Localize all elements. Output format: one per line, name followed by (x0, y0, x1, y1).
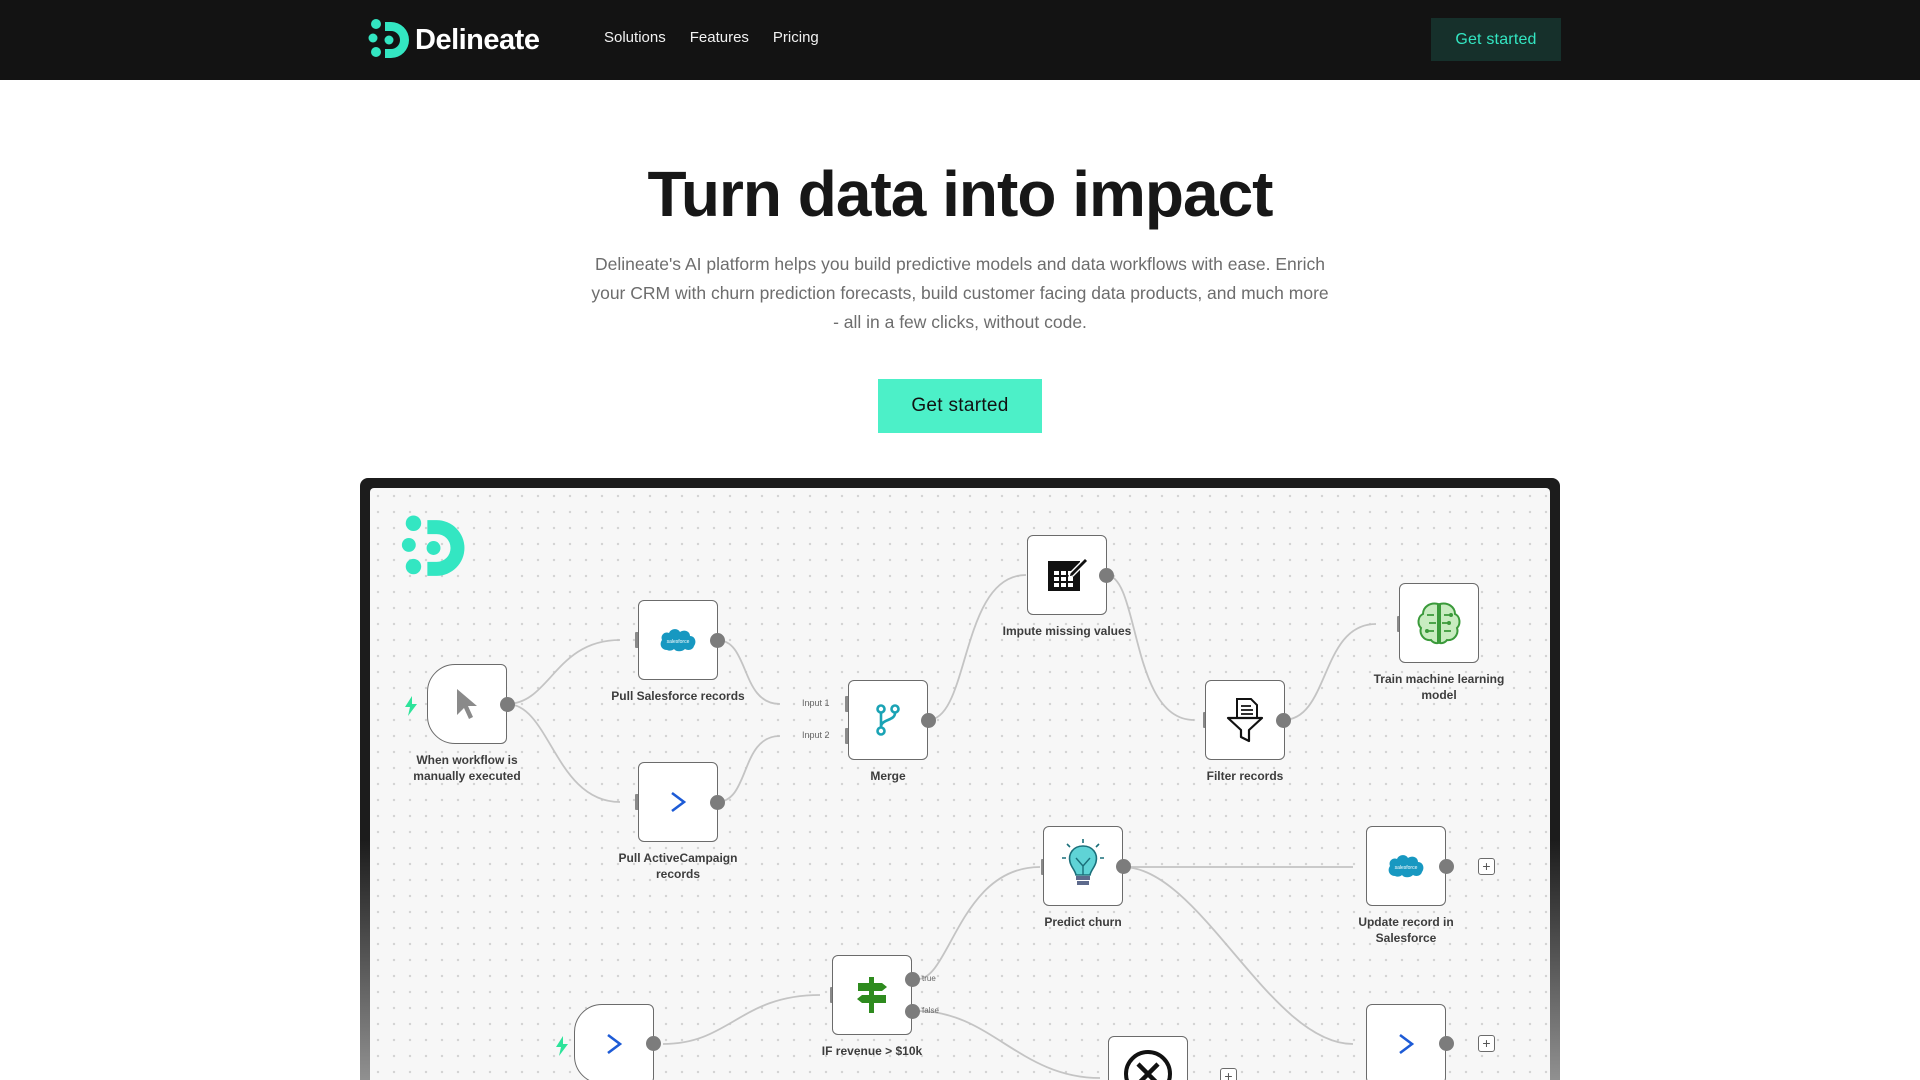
node-label: Impute missing values (982, 623, 1152, 639)
output-port[interactable] (1276, 713, 1291, 728)
output-port[interactable] (1099, 568, 1114, 583)
output-port-true[interactable] (905, 972, 920, 987)
output-port[interactable] (921, 713, 936, 728)
node-label-line: Merge (870, 769, 906, 783)
merge-input-1-label: Input 1 (802, 698, 830, 708)
node-label: Filter records (1160, 768, 1330, 784)
node-activecampaign-action[interactable] (1366, 1004, 1446, 1080)
node-label: Predict churn (998, 914, 1168, 930)
output-port-false[interactable] (905, 1004, 920, 1019)
output-port[interactable] (710, 633, 725, 648)
node-pull-salesforce[interactable]: salesforce (638, 600, 718, 680)
node-label-line: Filter records (1206, 769, 1284, 783)
activecampaign-icon (671, 791, 687, 813)
salesforce-icon: salesforce (660, 629, 696, 652)
svg-text:salesforce: salesforce (667, 639, 690, 645)
merge-input-2-label: Input 2 (802, 730, 830, 740)
node-manual-trigger[interactable] (427, 664, 507, 744)
nav-get-started-button[interactable]: Get started (1431, 18, 1561, 61)
filter-icon (1226, 698, 1264, 743)
node-label-line: records (655, 867, 701, 881)
node-if-revenue[interactable] (832, 955, 912, 1035)
hero-subtitle-line: - all in a few clicks, without code. (833, 312, 1087, 332)
stop-icon (1124, 1050, 1172, 1080)
node-label-line: Predict churn (1044, 915, 1122, 929)
signpost-icon (857, 977, 887, 1013)
lightbulb-icon (1062, 839, 1104, 885)
output-port[interactable] (1439, 859, 1454, 874)
salesforce-icon: salesforce (1388, 855, 1424, 878)
nav-links: Solutions Features Pricing (604, 29, 819, 46)
node-impute-missing-values[interactable] (1027, 535, 1107, 615)
node-label-line: Pull ActiveCampaign (618, 851, 738, 865)
if-true-label: true (922, 974, 936, 983)
node-label: IF revenue > $10k (787, 1043, 957, 1059)
node-label-line: IF revenue > $10k (821, 1044, 923, 1058)
node-label-line: Update record in (1358, 915, 1454, 929)
nav-link-features[interactable]: Features (690, 29, 749, 46)
node-label: Pull ActiveCampaign records (593, 850, 763, 882)
hero-get-started-button[interactable]: Get started (878, 379, 1042, 433)
brain-icon (1417, 602, 1461, 645)
add-node-button[interactable]: + (1220, 1068, 1237, 1080)
add-node-button[interactable]: + (1478, 858, 1495, 875)
nav-link-solutions[interactable]: Solutions (604, 29, 666, 46)
node-label: Pull Salesforce records (593, 688, 763, 704)
node-activecampaign-trigger[interactable] (574, 1004, 654, 1080)
node-label: When workflow is manually executed (382, 752, 552, 784)
node-predict-churn[interactable] (1043, 826, 1123, 906)
node-update-salesforce-record[interactable]: salesforce (1366, 826, 1446, 906)
brand-name: Delineate (415, 23, 540, 56)
output-port[interactable] (1116, 859, 1131, 874)
hero-subtitle: Delineate's AI platform helps you build … (560, 250, 1360, 337)
output-port[interactable] (500, 697, 515, 712)
spreadsheet-edit-icon (1048, 557, 1089, 591)
node-stop[interactable] (1108, 1036, 1188, 1080)
activecampaign-icon (607, 1033, 623, 1055)
node-train-ml-model[interactable] (1399, 583, 1479, 663)
node-pull-activecampaign[interactable] (638, 762, 718, 842)
top-nav: Delineate Solutions Features Pricing Get… (0, 0, 1920, 80)
node-label-line: manually executed (413, 769, 521, 783)
workflow-canvas[interactable]: When workflow is manually executed sales… (370, 488, 1550, 1080)
node-merge[interactable] (848, 680, 928, 760)
node-label-line: When workflow is (416, 753, 518, 767)
node-label-line: model (1421, 688, 1457, 702)
node-label-line: Impute missing values (1002, 624, 1132, 638)
add-node-button[interactable]: + (1478, 1035, 1495, 1052)
output-port[interactable] (646, 1036, 661, 1051)
output-port[interactable] (710, 795, 725, 810)
if-false-label: false (922, 1006, 939, 1015)
hero-title: Turn data into impact (647, 158, 1274, 230)
node-label-line: Train machine learning (1373, 672, 1505, 686)
merge-icon (876, 704, 900, 736)
node-label: Merge (803, 768, 973, 784)
node-label-line: Pull Salesforce records (611, 689, 745, 703)
activecampaign-icon (1399, 1033, 1415, 1055)
lightning-icon (404, 696, 418, 721)
node-filter-records[interactable] (1205, 680, 1285, 760)
nav-link-pricing[interactable]: Pricing (773, 29, 819, 46)
cursor-icon (457, 689, 477, 719)
delineate-logo-icon (368, 19, 409, 58)
canvas-logo (398, 514, 466, 587)
hero-subtitle-line: Delineate's AI platform helps you build … (595, 254, 1325, 274)
svg-text:salesforce: salesforce (1395, 865, 1418, 871)
node-label: Update record in Salesforce (1321, 914, 1491, 946)
workflow-connections (506, 574, 1377, 1079)
brand-logo-link[interactable]: Delineate (367, 18, 540, 62)
lightning-icon (555, 1036, 569, 1061)
hero-subtitle-line: your CRM with churn prediction forecasts… (591, 283, 1329, 303)
delineate-logo-icon (401, 515, 465, 576)
node-label: Train machine learning model (1354, 671, 1524, 703)
node-label-line: Salesforce (1375, 931, 1437, 945)
output-port[interactable] (1439, 1036, 1454, 1051)
